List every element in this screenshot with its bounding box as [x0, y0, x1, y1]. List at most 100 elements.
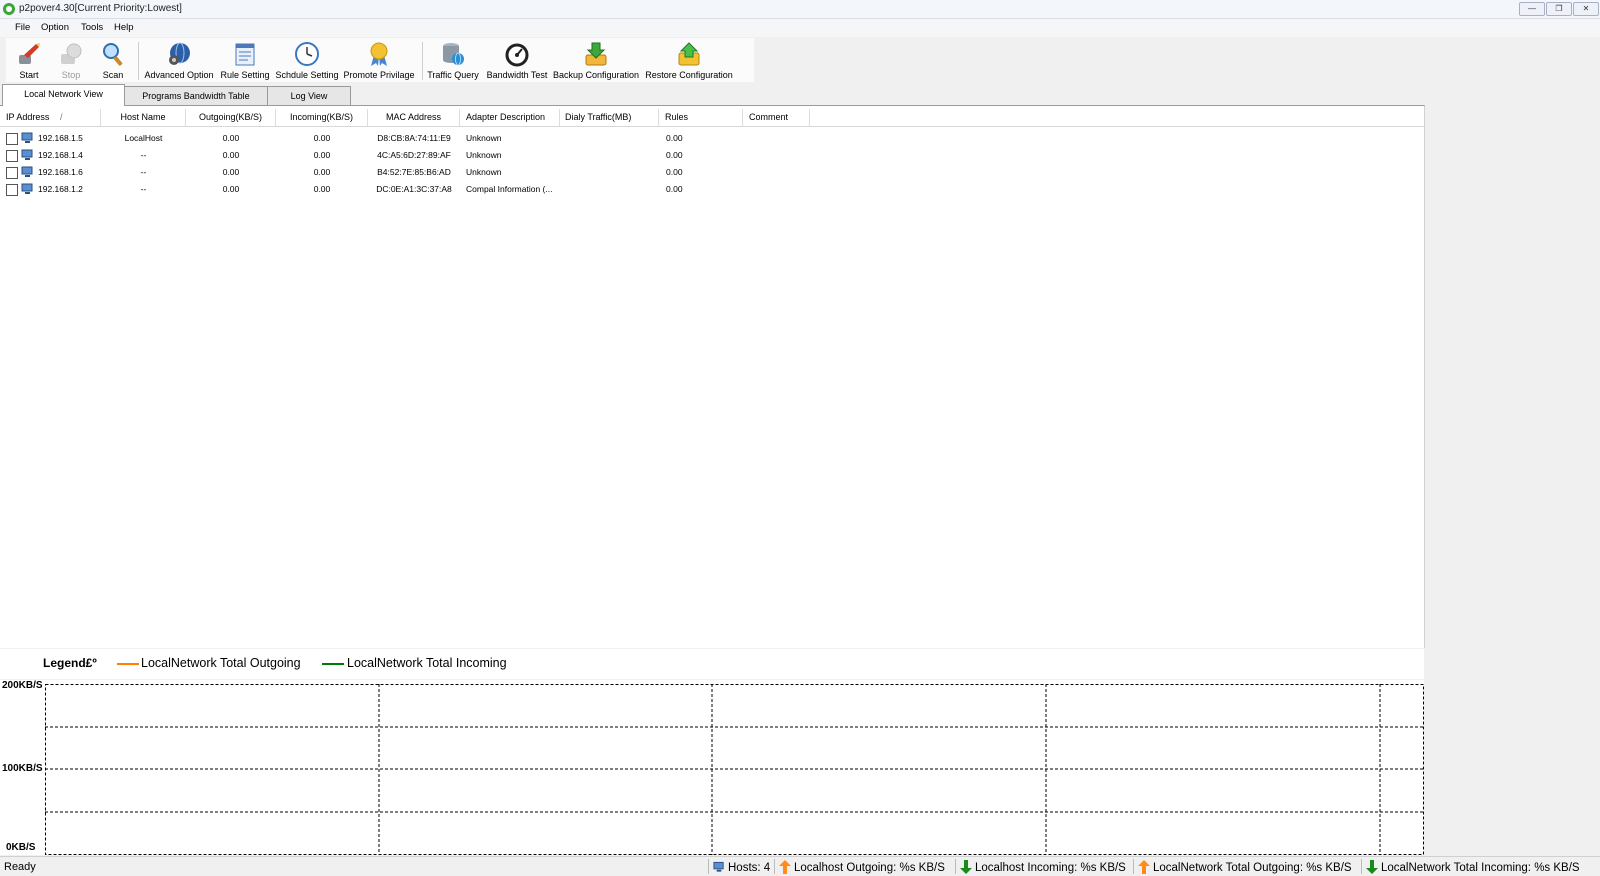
arrow-up-icon [1138, 860, 1150, 874]
minimize-button[interactable]: — [1519, 2, 1545, 16]
column-header-mac-address[interactable]: MAC Address [368, 109, 460, 126]
toolbar: Start Stop Scan Advanced Option Rule Set… [6, 38, 754, 82]
arrow-down-icon [960, 860, 972, 874]
status-hosts-text: Hosts: 4 [728, 862, 771, 874]
status-network-outgoing: LocalNetwork Total Outgoing: %s KB/S [1138, 860, 1352, 874]
arrow-down-icon [1366, 860, 1378, 874]
column-header-comment[interactable]: Comment [743, 109, 810, 126]
start-label: Start [19, 70, 39, 80]
cell-incoming: 0.00 [313, 167, 331, 177]
bandwidth-test-label: Bandwidth Test [486, 70, 548, 80]
status-network-incoming-text: LocalNetwork Total Incoming: %s KB/S [1381, 862, 1580, 874]
tab-programs-bandwidth-table[interactable]: Programs Bandwidth Table [124, 86, 268, 105]
promote-privilege-button[interactable]: Promote Privilage [342, 38, 416, 82]
advanced-option-button[interactable]: Advanced Option [142, 38, 216, 82]
menu-file[interactable]: File [15, 22, 30, 33]
column-header-daily-traffic[interactable]: Dialy Traffic(MB) [560, 109, 659, 126]
status-bar: Ready Hosts: 4 Localhost Outgoing: %s KB… [0, 856, 1600, 876]
table-header: IP Address / Host Name Outgoing(KB/S) In… [0, 109, 1424, 127]
restore-button[interactable]: ❐ [1546, 2, 1572, 16]
rule-setting-label: Rule Setting [220, 70, 270, 80]
cell-incoming: 0.00 [313, 184, 331, 194]
traffic-query-label: Traffic Query [427, 70, 479, 80]
column-header-adapter-description[interactable]: Adapter Description [460, 109, 560, 126]
cell-outgoing: 0.00 [222, 150, 240, 160]
title-bar: p2pover4.30[Current Priority:Lowest] — ❐… [0, 0, 1600, 19]
magnifier-icon [103, 43, 123, 66]
row-checkbox[interactable] [6, 150, 18, 162]
table-row[interactable]: 192.168.1.2 -- 0.00 0.00 DC:0E:A1:3C:37:… [0, 181, 1424, 198]
restore-configuration-button[interactable]: Restore Configuration [642, 38, 736, 82]
status-localhost-incoming-text: Localhost Incoming: %s KB/S [975, 862, 1126, 874]
computer-icon [21, 149, 33, 160]
y-axis-label-200: 200KB/S [2, 680, 43, 691]
rule-setting-button[interactable]: Rule Setting [218, 38, 272, 82]
tab-log-view[interactable]: Log View [267, 86, 351, 105]
status-localhost-outgoing-text: Localhost Outgoing: %s KB/S [794, 862, 945, 874]
status-ready: Ready [4, 861, 36, 873]
database-globe-icon [443, 43, 464, 66]
arrow-up-icon [779, 860, 791, 874]
column-label: IP Address [6, 112, 50, 122]
legend-title: Legend£º [43, 656, 97, 670]
column-header-ip-address[interactable]: IP Address / [0, 109, 101, 126]
stop-icon [61, 43, 82, 64]
sort-indicator-icon: / [60, 112, 63, 122]
table-row[interactable]: 192.168.1.4 -- 0.00 0.00 4C:A5:6D:27:89:… [0, 147, 1424, 164]
legend-incoming-swatch [322, 663, 344, 665]
column-header-outgoing[interactable]: Outgoing(KB/S) [186, 109, 276, 126]
traffic-query-button[interactable]: Traffic Query [426, 38, 480, 82]
row-checkbox[interactable] [6, 133, 18, 145]
backup-download-icon [585, 42, 607, 66]
stop-button[interactable]: Stop [52, 38, 90, 82]
cell-outgoing: 0.00 [222, 167, 240, 177]
computer-icon [21, 166, 33, 177]
bandwidth-test-button[interactable]: Bandwidth Test [484, 38, 550, 82]
start-icon [19, 43, 40, 64]
schedule-setting-label: Schdule Setting [275, 70, 339, 80]
tab-local-network-view[interactable]: Local Network View [2, 84, 125, 106]
table-row[interactable]: 192.168.1.6 -- 0.00 0.00 B4:52:7E:85:B6:… [0, 164, 1424, 181]
cell-adapter: Compal Information (... [466, 184, 553, 194]
cell-ip: 192.168.1.5 [38, 133, 83, 143]
cell-mac: D8:CB:8A:74:11:E9 [377, 133, 451, 143]
tab-bar: Local Network View Programs Bandwidth Ta… [0, 84, 1600, 106]
status-localhost-incoming: Localhost Incoming: %s KB/S [960, 860, 1126, 874]
advanced-option-label: Advanced Option [144, 70, 214, 80]
start-button[interactable]: Start [10, 38, 48, 82]
cell-rules: 0.00 [666, 133, 683, 143]
scan-label: Scan [102, 70, 124, 80]
legend-incoming-label: LocalNetwork Total Incoming [347, 656, 507, 670]
menu-bar: File Option Tools Help [0, 19, 1600, 37]
cell-adapter: Unknown [466, 133, 502, 143]
column-header-rules[interactable]: Rules [659, 109, 743, 126]
cell-outgoing: 0.00 [222, 184, 240, 194]
menu-help[interactable]: Help [114, 22, 134, 33]
row-checkbox[interactable] [6, 167, 18, 179]
status-localhost-outgoing: Localhost Outgoing: %s KB/S [779, 860, 945, 874]
menu-option[interactable]: Option [41, 22, 69, 33]
legend-outgoing-label: LocalNetwork Total Outgoing [141, 656, 301, 670]
column-header-incoming[interactable]: Incoming(KB/S) [276, 109, 368, 126]
backup-configuration-button[interactable]: Backup Configuration [552, 38, 640, 82]
table-row[interactable]: 192.168.1.5 LocalHost 0.00 0.00 D8:CB:8A… [0, 130, 1424, 147]
schedule-setting-button[interactable]: Schdule Setting [274, 38, 340, 82]
status-separator [1361, 859, 1362, 874]
rules-document-icon [235, 43, 255, 66]
window-title: p2pover4.30[Current Priority:Lowest] [19, 3, 182, 14]
y-axis-label-100: 100KB/S [2, 763, 43, 774]
column-header-host-name[interactable]: Host Name [101, 109, 186, 126]
restore-configuration-label: Restore Configuration [645, 70, 733, 80]
cell-incoming: 0.00 [313, 133, 331, 143]
cell-rules: 0.00 [666, 167, 683, 177]
cell-mac: DC:0E:A1:3C:37:A8 [376, 184, 452, 194]
legend-outgoing-swatch [117, 663, 139, 665]
y-axis-label-0: 0KB/S [6, 842, 36, 853]
computer-icon [21, 183, 33, 194]
close-button[interactable]: ✕ [1573, 2, 1599, 16]
cell-rules: 0.00 [666, 150, 683, 160]
scan-button[interactable]: Scan [94, 38, 132, 82]
cell-ip: 192.168.1.2 [38, 184, 83, 194]
menu-tools[interactable]: Tools [81, 22, 103, 33]
row-checkbox[interactable] [6, 184, 18, 196]
